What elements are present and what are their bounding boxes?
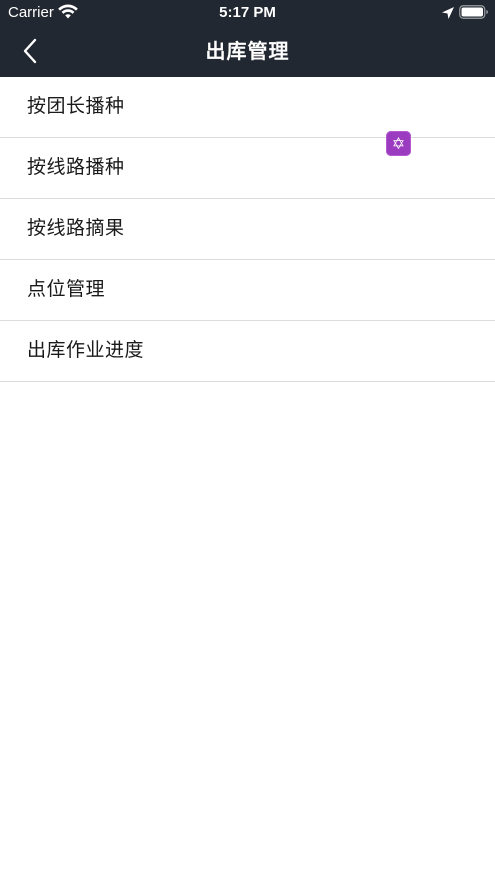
menu-item-point-management[interactable]: 点位管理 [0, 260, 495, 321]
location-arrow-icon [441, 5, 455, 19]
menu-item-outbound-progress[interactable]: 出库作业进度 [0, 321, 495, 382]
status-time: 5:17 PM [219, 4, 276, 21]
star-of-david-icon: ✡ [391, 133, 406, 153]
floating-assistive-button[interactable]: ✡ [386, 131, 411, 156]
menu-item-label: 按团长播种 [27, 95, 125, 117]
menu-item-label: 按线路摘果 [27, 217, 125, 239]
page-title: 出库管理 [205, 39, 290, 63]
menu-item-label: 点位管理 [27, 278, 106, 300]
top-bar: Carrier 5:17 PM 出库管理 [0, 0, 495, 77]
battery-icon [459, 4, 489, 20]
menu-item-picking-by-route[interactable]: 按线路摘果 [0, 199, 495, 260]
menu-item-seeding-by-route[interactable]: 按线路播种 [0, 138, 495, 199]
nav-bar: 出库管理 [0, 26, 495, 77]
menu-item-label: 出库作业进度 [27, 339, 145, 361]
menu-list: 按团长播种 按线路播种 按线路摘果 点位管理 出库作业进度 [0, 77, 495, 382]
menu-item-seeding-by-leader[interactable]: 按团长播种 [0, 77, 495, 138]
menu-item-label: 按线路播种 [27, 156, 125, 178]
status-bar: Carrier 5:17 PM [0, 0, 495, 26]
